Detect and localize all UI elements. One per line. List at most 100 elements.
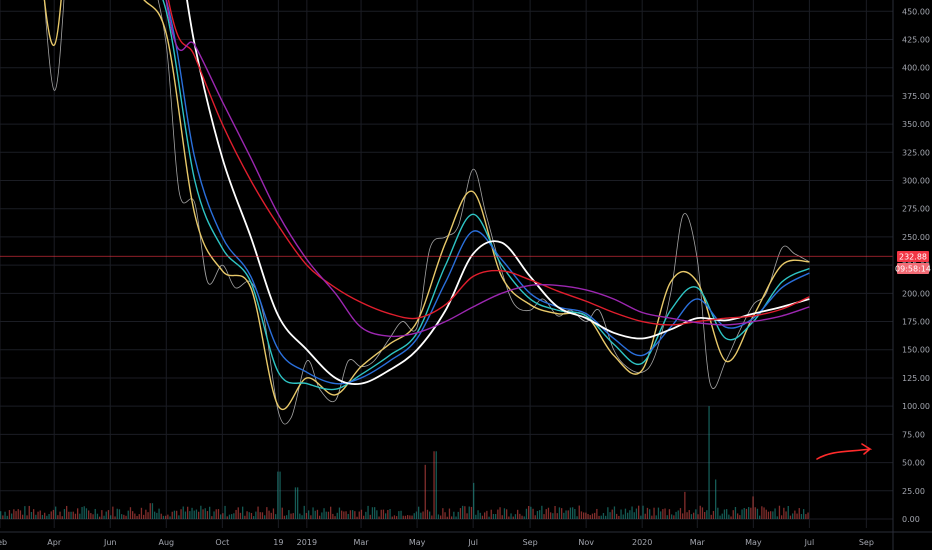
volume-bar [616,513,618,519]
volume-bar [712,510,715,519]
volume-bar [767,511,770,519]
volume-bar [772,511,774,519]
volume-bar [664,508,666,519]
volume-bar [407,515,409,519]
volume-bar [459,508,462,519]
volume-bar [706,510,708,519]
volume-bar [690,514,693,519]
volume-bar [242,506,244,519]
y-tick-label: 175.00 [902,318,930,327]
volume-bar [638,505,640,519]
y-tick-label: 275.00 [902,205,930,214]
volume-bar [512,516,514,519]
volume-bar [44,512,46,519]
volume-bar [138,514,140,519]
volume-bar [96,513,99,519]
price-chart[interactable]: 0.00 25.00 50.00 75.00 100.00 125.00 150.00 175… [0,0,932,550]
volume-bar [107,510,110,519]
volume-bar [66,505,68,519]
volume-bar [200,505,202,519]
volume-bar [70,511,72,519]
time-axis[interactable]: Feb Apr Jun Aug Oct 19 2019 Mar May Jul Sep Nov 2020… [0,531,932,547]
price-axis[interactable]: 0.00 25.00 50.00 75.00 100.00 125.00 150.00 175… [892,0,930,550]
volume-bar [160,513,162,519]
volume-bar [303,505,305,519]
volume-bar [391,516,393,519]
drawn-arrow-icon [816,443,873,460]
volume-bar [316,509,319,519]
volume-bar [63,509,66,519]
volume-bar [495,514,497,519]
volume-bar [448,508,451,519]
volume-bar [46,515,48,519]
volume-bar [508,516,510,519]
volume-bar [484,512,486,519]
volume-bar [125,515,127,519]
volume-bar [13,509,15,519]
volume-bar [290,513,292,519]
x-tick-label: Sep [859,538,874,547]
y-tick-label: 50.00 [902,459,925,468]
volume-bar [462,505,464,519]
volume-bar [246,511,248,519]
volume-bar [180,509,182,519]
volume-bar [257,506,259,519]
volume-bar [486,510,488,519]
volume-bar [127,510,129,519]
volume-bar [444,512,446,519]
volume-bar [158,508,160,519]
volume-bar [8,510,11,519]
volume-bar [481,515,484,519]
volume-bar [162,515,165,519]
x-tick-label: 2020 [632,538,652,547]
volume-bar [85,508,88,519]
volume-bar [409,515,411,519]
volume-bar [19,510,22,519]
volume-bar [759,515,761,519]
volume-bar [389,509,391,519]
volume-bar [787,505,789,519]
volume-bar [596,508,598,519]
volume-bar [204,508,206,519]
volume-bar [202,509,204,519]
volume-bar [580,511,583,519]
volume-bar [594,512,596,519]
volume-bar [28,505,30,519]
volume-bar [145,509,147,519]
volume-bar [301,515,303,519]
volume-bar [327,511,330,519]
volume-bar [631,506,633,519]
volume-bar [666,515,668,519]
volume-bar [457,511,459,519]
volume-bar [396,516,398,519]
volume-bar [380,509,382,519]
volume-bar [761,506,763,519]
y-tick-label: 100.00 [902,402,930,411]
volume-bar [402,515,404,519]
volume-bar [629,510,631,519]
volume-bar [739,515,741,519]
x-tick-label: Aug [158,538,174,547]
volume-bar [697,514,699,519]
volume-bar [415,511,418,519]
volume-bar [684,491,686,519]
volume-bar [365,511,367,519]
volume-bar [442,508,444,519]
volume-bar [765,509,767,519]
volume-bar [539,510,541,519]
volume-bar [376,510,378,519]
drawn-arrow-annotation[interactable] [816,443,873,460]
volume-bar [294,487,297,519]
volume-bar [352,510,354,519]
volume-bar [422,511,424,519]
volume-bar [783,507,785,519]
y-tick-label: 400.00 [902,64,930,73]
volume-bar [726,509,728,519]
volume-bar [803,509,805,519]
volume-bar [633,512,635,519]
volume-bar [792,513,794,519]
volume-bar [136,515,138,519]
volume-bar [798,508,800,519]
volume-bar [189,511,191,519]
volume-bar [488,516,490,519]
